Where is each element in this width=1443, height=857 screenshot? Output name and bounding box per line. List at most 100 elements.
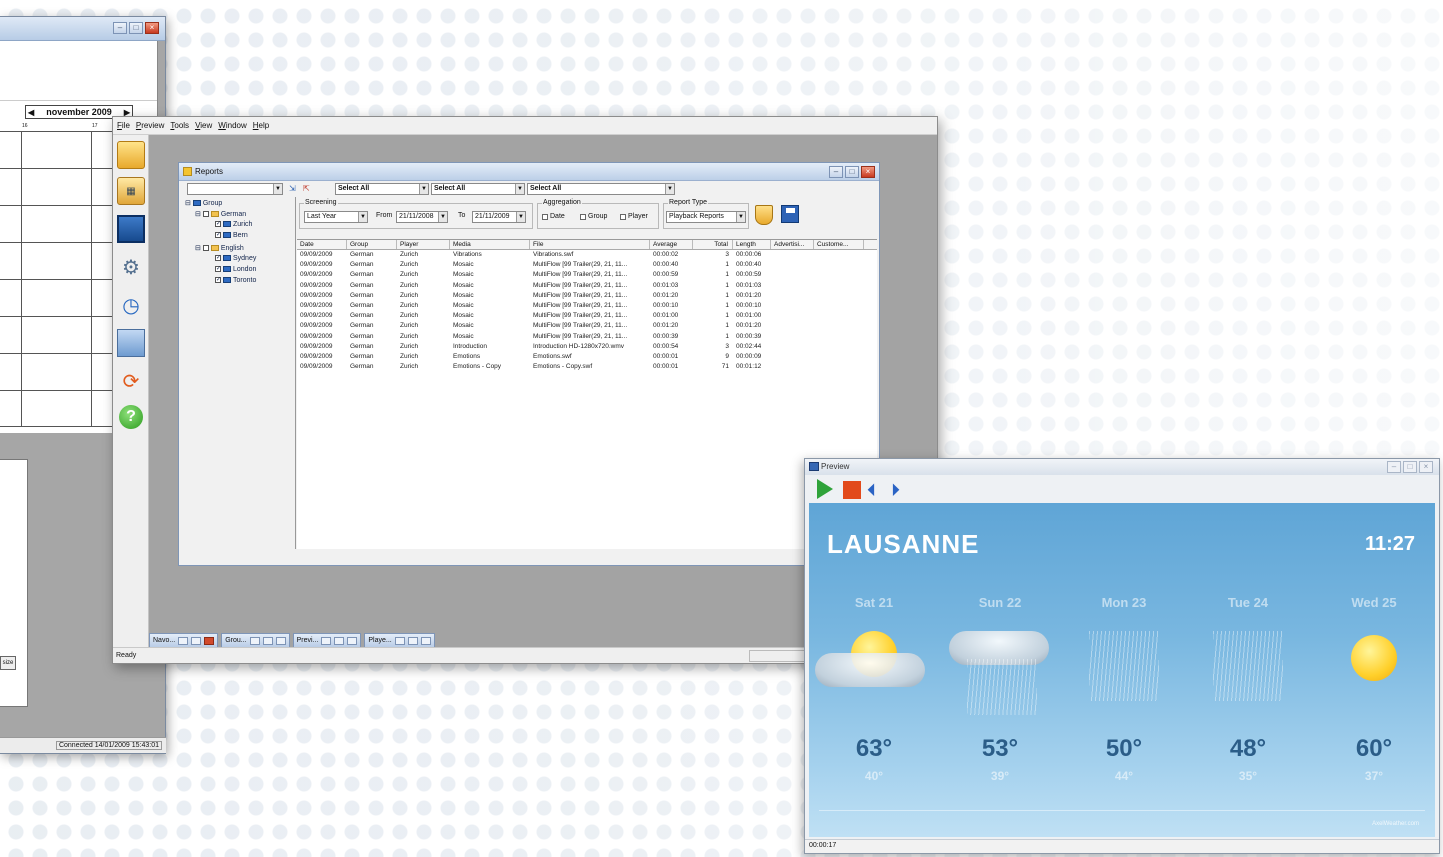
expand-icon[interactable]: ⇲ (289, 184, 296, 193)
col-player[interactable]: Player (397, 240, 450, 249)
table-row[interactable]: 09/09/2009 German Zurich Mosaic MultiFlow [9… (297, 311, 877, 321)
close-button[interactable]: × (1419, 461, 1433, 473)
close-button[interactable]: × (145, 22, 159, 34)
reports-icon[interactable] (117, 329, 145, 357)
table-cell: 00:00:01 (653, 363, 679, 371)
group-filter-combo[interactable]: ▼ (187, 183, 283, 195)
report-type-select[interactable]: Playback Reports ▼ (666, 211, 746, 223)
maximize-button[interactable]: □ (845, 166, 859, 178)
col-customer[interactable]: Custome... (814, 240, 864, 249)
save-icon[interactable] (781, 205, 799, 223)
from-date-picker[interactable]: 21/11/2008 ▼ (396, 211, 448, 223)
chevron-down-icon[interactable]: ▼ (515, 184, 524, 194)
col-total[interactable]: Total (693, 240, 733, 249)
col-media[interactable]: Media (450, 240, 530, 249)
table-cell: 09/09/2009 (300, 291, 333, 299)
table-row[interactable]: 09/09/2009 German Zurich Emotions - Copy Emo… (297, 362, 877, 372)
chevron-down-icon[interactable]: ▼ (358, 212, 367, 222)
chevron-down-icon[interactable]: ▼ (665, 184, 674, 194)
select-all-combo-2[interactable]: Select All ▼ (431, 183, 525, 195)
checkbox[interactable] (580, 213, 586, 220)
monitor-icon[interactable] (117, 215, 145, 243)
chevron-down-icon[interactable]: ▼ (419, 184, 428, 194)
chevron-down-icon[interactable]: ▼ (736, 212, 745, 222)
minimize-button[interactable]: – (113, 22, 127, 34)
next-icon[interactable]: ⏵ (891, 481, 911, 499)
aggregate-group-checkbox[interactable]: Group (580, 213, 607, 220)
play-icon[interactable] (817, 479, 833, 499)
table-row[interactable]: 09/09/2009 German Zurich Mosaic MultiFlow [9… (297, 260, 877, 270)
tree-node-group[interactable]: ⊟ Group (185, 199, 222, 207)
menu-file[interactable]: File (117, 121, 130, 134)
minimize-button[interactable]: – (1387, 461, 1401, 473)
tree-node-toronto[interactable]: Toronto (215, 277, 256, 284)
col-date[interactable]: Date (297, 240, 347, 249)
tree-node-english[interactable]: ⊟ English (195, 244, 244, 252)
table-row[interactable]: 09/09/2009 German Zurich Mosaic MultiFlow [9… (297, 301, 877, 311)
to-date-picker[interactable]: 21/11/2009 ▼ (472, 211, 526, 223)
minimize-button[interactable]: – (829, 166, 843, 178)
close-button[interactable]: × (861, 166, 875, 178)
checkbox[interactable] (215, 232, 221, 239)
aggregate-date-checkbox[interactable]: Date (542, 213, 565, 220)
table-cell: 00:01:20 (736, 291, 762, 299)
aggregate-player-checkbox[interactable]: Player (620, 213, 648, 220)
clock-icon[interactable]: ◷ (117, 291, 145, 319)
table-row[interactable]: 09/09/2009 German Zurich Mosaic MultiFlow [9… (297, 321, 877, 331)
table-row[interactable]: 09/09/2009 German Zurich Mosaic MultiFlow [9… (297, 270, 877, 280)
table-row[interactable]: 09/09/2009 German Zurich Mosaic MultiFlow [9… (297, 332, 877, 342)
tree-node-sydney[interactable]: Sydney (215, 255, 256, 262)
table-row[interactable]: 09/09/2009 German Zurich Mosaic MultiFlow [9… (297, 291, 877, 301)
collapse-icon[interactable]: ⇱ (303, 184, 310, 193)
col-file[interactable]: File (530, 240, 650, 249)
taskbar-item-players[interactable]: Playe... (364, 633, 435, 648)
menu-window[interactable]: Window (218, 121, 246, 134)
taskbar-item-navigator[interactable]: Navo... (149, 633, 219, 648)
calendar-icon[interactable]: ▦ (117, 177, 145, 205)
tree-node-german[interactable]: ⊟ German (195, 210, 246, 218)
table-row[interactable]: 09/09/2009 German Zurich Introduction Introd… (297, 342, 877, 352)
help-icon[interactable]: ? (119, 405, 143, 429)
tree-node-bern[interactable]: Bern (215, 232, 248, 239)
maximize-button[interactable]: □ (1403, 461, 1417, 473)
table-row[interactable]: 09/09/2009 German Zurich Mosaic MultiFlow [9… (297, 281, 877, 291)
checkbox[interactable] (202, 245, 209, 252)
refresh-icon[interactable]: ⟳ (117, 367, 145, 395)
col-average[interactable]: Average (650, 240, 693, 249)
chevron-down-icon[interactable]: ▼ (516, 212, 525, 222)
tree-node-zurich[interactable]: Zurich (215, 221, 252, 228)
previous-icon[interactable]: ⏴ (867, 481, 887, 499)
checkbox[interactable] (202, 211, 209, 218)
menu-help[interactable]: Help (253, 121, 269, 134)
menu-view[interactable]: View (195, 121, 212, 134)
maximize-button[interactable]: □ (129, 22, 143, 34)
menu-preview[interactable]: Preview (136, 121, 164, 134)
filter-icon[interactable] (755, 205, 773, 225)
folder-icon[interactable] (117, 141, 145, 169)
size-button[interactable]: size (0, 656, 16, 670)
checkbox[interactable] (542, 213, 548, 220)
select-all-combo-1[interactable]: Select All ▼ (335, 183, 429, 195)
table-cell: Mosaic (453, 261, 474, 269)
table-row[interactable]: 09/09/2009 German Zurich Vibrations Vibratio… (297, 250, 877, 260)
col-length[interactable]: Length (733, 240, 771, 249)
tree-node-london[interactable]: London (215, 266, 256, 273)
gears-icon[interactable]: ⚙ (117, 253, 145, 281)
stop-icon[interactable] (843, 481, 861, 499)
menu-tools[interactable]: Tools (170, 121, 189, 134)
prev-month-icon[interactable]: ◀ (28, 108, 34, 117)
taskbar-item-groups[interactable]: Grou... (221, 633, 290, 648)
col-group[interactable]: Group (347, 240, 397, 249)
chevron-down-icon[interactable]: ▼ (273, 184, 282, 194)
col-advertising[interactable]: Advertisi... (771, 240, 814, 249)
chevron-down-icon[interactable]: ▼ (438, 212, 447, 222)
select-all-combo-3[interactable]: Select All ▼ (527, 183, 675, 195)
checkbox[interactable] (215, 266, 221, 273)
checkbox[interactable] (620, 213, 626, 220)
checkbox[interactable] (215, 221, 221, 228)
table-row[interactable]: 09/09/2009 German Zurich Emotions Emotions.s… (297, 352, 877, 362)
checkbox[interactable] (215, 255, 221, 262)
taskbar-item-preview[interactable]: Previ... (292, 633, 362, 648)
period-select[interactable]: Last Year ▼ (304, 211, 368, 223)
checkbox[interactable] (215, 277, 221, 284)
